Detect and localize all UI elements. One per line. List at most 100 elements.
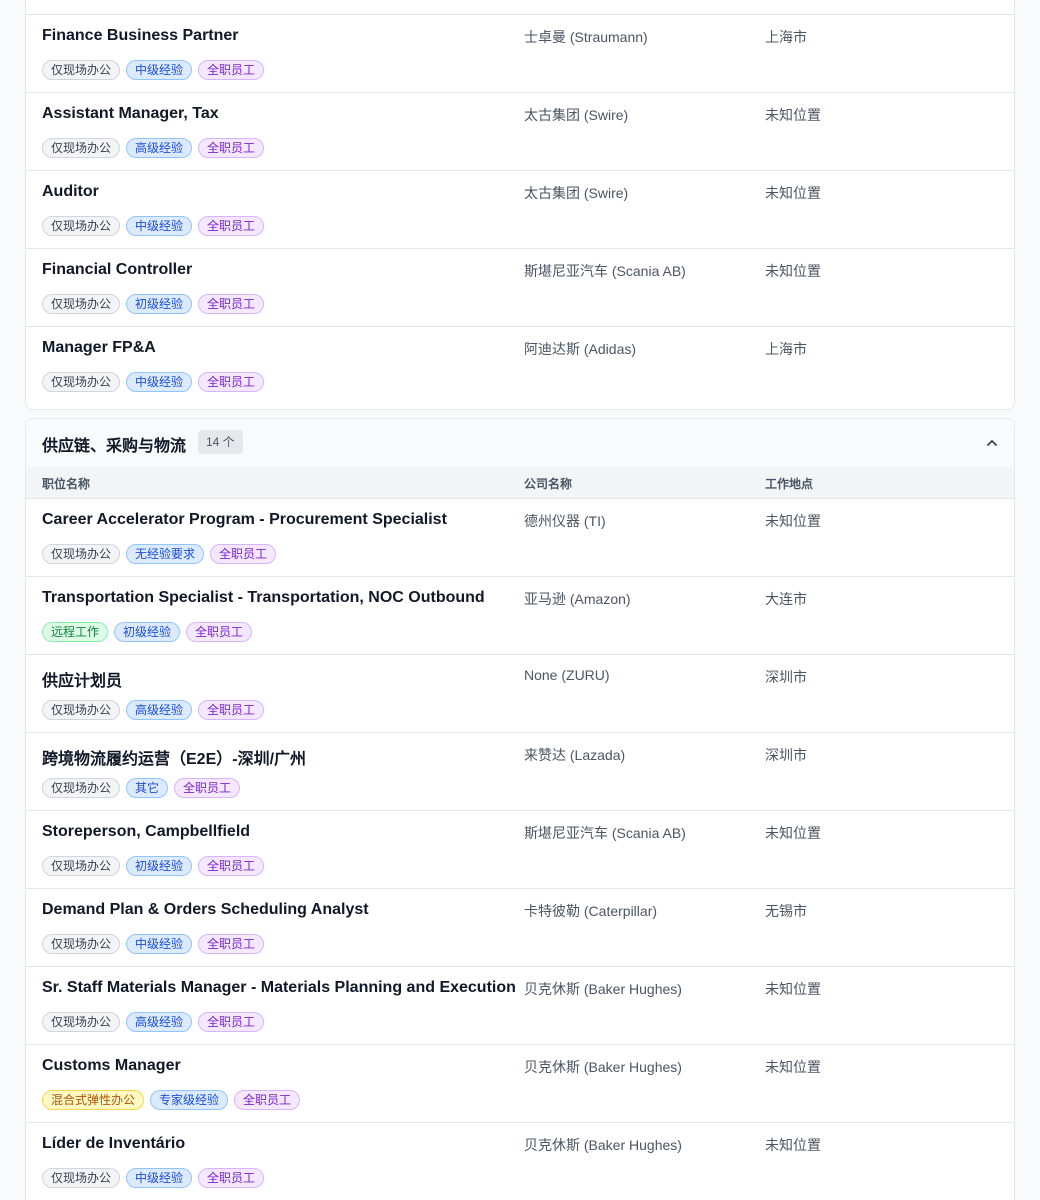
table-row[interactable]: Manager FP&A 仅现场办公 中级经验 全职员工 阿迪达斯 (Adidas) 上海… [26, 327, 1014, 405]
table-row[interactable]: Career Accelerator Program - Procurement… [26, 499, 1014, 577]
job-location: 未知位置 [765, 825, 821, 841]
company-name: 士卓曼 (Straumann) [524, 29, 648, 45]
tag-work-mode: 仅现场办公 [42, 700, 121, 720]
company-name: 亚马逊 (Amazon) [524, 591, 631, 607]
job-title[interactable]: Financial Controller [42, 261, 192, 279]
tag-work-mode: 混合式弹性办公 [42, 1090, 145, 1110]
table-row[interactable]: Transportation Specialist - Transportati… [26, 577, 1014, 655]
job-location: 上海市 [765, 29, 807, 45]
company-name: 太古集团 (Swire) [524, 107, 629, 123]
company-name: 卡特彼勒 (Caterpillar) [524, 903, 658, 919]
tag-employment: 全职员工 [198, 700, 265, 720]
table-row[interactable]: Customs Manager 混合式弹性办公 专家级经验 全职员工 贝克休斯 (Bak… [26, 1045, 1014, 1123]
job-title[interactable]: Auditor [42, 183, 99, 201]
tag-employment: 全职员工 [198, 1168, 265, 1188]
tag-employment: 全职员工 [198, 294, 265, 314]
table-row[interactable]: Auditor 仅现场办公 中级经验 全职员工 太古集团 (Swire) 未知位置 [26, 171, 1014, 249]
job-location: 未知位置 [765, 263, 821, 279]
tag-experience: 中级经验 [126, 1168, 193, 1188]
job-title[interactable]: Transportation Specialist - Transportati… [42, 589, 485, 607]
table-row[interactable]: Assistant Manager, Tax 仅现场办公 高级经验 全职员工 太古集团 … [26, 93, 1014, 171]
tag-employment: 全职员工 [174, 778, 241, 798]
category-count-badge: 14 个 [198, 430, 243, 454]
job-location: 未知位置 [765, 1137, 821, 1153]
tag-work-mode: 仅现场办公 [42, 138, 121, 158]
company-name: 贝克休斯 (Baker Hughes) [524, 1137, 682, 1153]
tag-work-mode: 仅现场办公 [42, 778, 121, 798]
company-name: 斯堪尼亚汽车 (Scania AB) [524, 263, 686, 279]
job-location: 未知位置 [765, 1059, 821, 1075]
company-name: 斯堪尼亚汽车 (Scania AB) [524, 825, 686, 841]
tag-experience: 中级经验 [126, 216, 193, 236]
job-title[interactable]: Finance Business Partner [42, 27, 239, 45]
tag-employment: 全职员工 [234, 1090, 301, 1110]
tag-work-mode: 仅现场办公 [42, 60, 121, 80]
tag-employment: 全职员工 [198, 60, 265, 80]
job-title[interactable]: Líder de Inventário [42, 1135, 185, 1153]
job-location: 未知位置 [765, 107, 821, 123]
job-tags: 仅现场办公 中级经验 全职员工 [42, 934, 265, 954]
tag-experience: 初级经验 [126, 856, 193, 876]
job-tags: 混合式弹性办公 专家级经验 全职员工 [42, 1090, 301, 1110]
tag-employment: 全职员工 [198, 934, 265, 954]
job-tags: 仅现场办公 无经验要求 全职员工 [42, 544, 277, 564]
category-header[interactable]: 供应链、采购与物流 14 个 [26, 419, 1014, 467]
job-tags: 仅现场办公 高级经验 全职员工 [42, 1012, 265, 1032]
company-name: 贝克休斯 (Baker Hughes) [524, 981, 682, 997]
job-tags: 仅现场办公 其它 全职员工 [42, 778, 241, 798]
job-title[interactable]: 跨境物流履约运营（E2E）-深圳/广州 [42, 745, 306, 769]
job-title[interactable]: Manager FP&A [42, 339, 156, 357]
job-title[interactable]: Sr. Staff Materials Manager - Materials … [42, 979, 516, 997]
tag-experience: 中级经验 [126, 934, 193, 954]
job-tags: 远程工作 初级经验 全职员工 [42, 622, 253, 642]
table-row[interactable]: Financial Controller 仅现场办公 初级经验 全职员工 斯堪尼亚汽车 … [26, 249, 1014, 327]
job-title[interactable]: Assistant Manager, Tax [42, 105, 219, 123]
table-row[interactable]: Finance Business Partner 仅现场办公 中级经验 全职员工 士卓曼… [26, 15, 1014, 93]
table-row[interactable]: Sr. Staff Materials Manager - Materials … [26, 967, 1014, 1045]
job-location: 深圳市 [765, 747, 807, 763]
job-location: 未知位置 [765, 185, 821, 201]
company-name: None (ZURU) [524, 667, 610, 683]
table-row[interactable]: Storeperson, Campbellfield 仅现场办公 初级经验 全职员工 斯… [26, 811, 1014, 889]
job-tags: 仅现场办公 初级经验 全职员工 [42, 294, 265, 314]
tag-experience: 中级经验 [126, 60, 193, 80]
job-location: 无锡市 [765, 903, 807, 919]
job-title[interactable]: Career Accelerator Program - Procurement… [42, 511, 447, 529]
category-panel-supply-chain: 供应链、采购与物流 14 个 职位名称 公司名称 工作地点 Career Acc… [25, 418, 1015, 1200]
company-name: 德州仪器 (TI) [524, 513, 606, 529]
job-title[interactable]: Demand Plan & Orders Scheduling Analyst [42, 901, 369, 919]
job-location: 大连市 [765, 591, 807, 607]
tag-employment: 全职员工 [198, 856, 265, 876]
job-title[interactable]: Customs Manager [42, 1057, 181, 1075]
tag-work-mode: 远程工作 [42, 622, 109, 642]
job-tags: 仅现场办公 高级经验 全职员工 [42, 700, 265, 720]
tag-experience: 其它 [126, 778, 169, 798]
job-tags: 仅现场办公 初级经验 全职员工 [42, 856, 265, 876]
tag-experience: 初级经验 [114, 622, 181, 642]
job-title[interactable]: Storeperson, Campbellfield [42, 823, 250, 841]
tag-experience: 无经验要求 [126, 544, 205, 564]
tag-work-mode: 仅现场办公 [42, 1012, 121, 1032]
table-column-header: 职位名称 公司名称 工作地点 [26, 467, 1014, 499]
job-title[interactable]: 供应计划员 [42, 667, 122, 691]
table-row[interactable]: 跨境物流履约运营（E2E）-深圳/广州 仅现场办公 其它 全职员工 来赞达 (Lazad… [26, 733, 1014, 811]
job-tags: 仅现场办公 中级经验 全职员工 [42, 216, 265, 236]
column-header-company: 公司名称 [524, 477, 573, 491]
chevron-up-icon[interactable] [984, 435, 1000, 451]
category-title: 供应链、采购与物流 [42, 438, 187, 455]
tag-experience: 中级经验 [126, 372, 193, 392]
job-location: 深圳市 [765, 669, 807, 685]
tag-employment: 全职员工 [210, 544, 277, 564]
table-row[interactable]: 供应计划员仅现场办公 高级经验 全职员工 None (ZURU) 深圳市 [26, 655, 1014, 733]
company-name: 阿迪达斯 (Adidas) [524, 341, 637, 357]
job-tags: 仅现场办公 中级经验 全职员工 [42, 372, 265, 392]
tag-employment: 全职员工 [198, 216, 265, 236]
tag-experience: 高级经验 [126, 138, 193, 158]
tag-employment: 全职员工 [198, 138, 265, 158]
table-row[interactable]: Demand Plan & Orders Scheduling Analyst 仅… [26, 889, 1014, 967]
tag-employment: 全职员工 [198, 1012, 265, 1032]
job-list-page: Finance Business Partner 仅现场办公 中级经验 全职员工 士卓曼… [0, 0, 1040, 1200]
tag-employment: 全职员工 [186, 622, 253, 642]
company-name: 太古集团 (Swire) [524, 185, 629, 201]
table-row[interactable]: Líder de Inventário 仅现场办公 中级经验 全职员工 贝克休斯 (Ba… [26, 1123, 1014, 1200]
